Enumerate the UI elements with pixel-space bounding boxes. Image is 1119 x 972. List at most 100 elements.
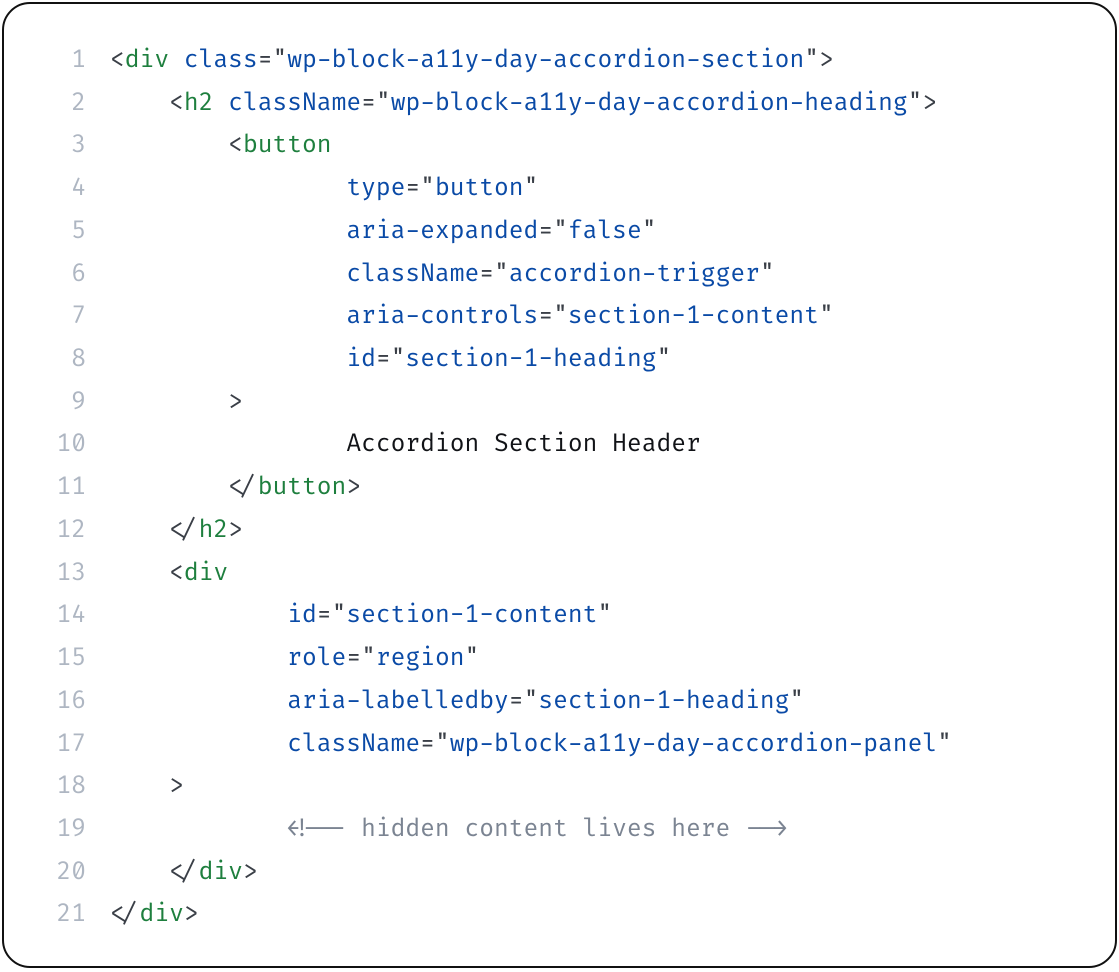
token-punc: = — [420, 730, 435, 759]
code-line: 15 role="region" — [14, 638, 1105, 681]
code-content: Accordion Section Header — [110, 424, 701, 467]
token-tag: button — [258, 473, 347, 502]
token-punc: > — [243, 858, 258, 887]
token-attr: type — [346, 174, 405, 203]
token-str: wp-block-a11y-day-accordion-section — [287, 46, 804, 75]
code-content: </h2> — [110, 510, 243, 553]
token-str: section-1-content — [346, 601, 597, 630]
token-punc: " — [804, 46, 819, 75]
token-comm: <!-- hidden content lives here --> — [287, 815, 789, 844]
code-line: 1<div class="wp-block-a11y-day-accordion… — [14, 40, 1105, 83]
line-number: 2 — [14, 83, 110, 126]
line-number: 6 — [14, 254, 110, 297]
token-attr: className — [287, 730, 420, 759]
token-attr: aria-controls — [346, 302, 538, 331]
token-punc: = — [538, 217, 553, 246]
token-str: wp-block-a11y-day-accordion-heading — [391, 89, 908, 118]
token-attr: className — [346, 260, 479, 289]
line-number: 9 — [14, 382, 110, 425]
token-punc: </ — [169, 516, 199, 545]
line-number: 10 — [14, 424, 110, 467]
token-punc: > — [184, 900, 199, 929]
token-str: wp-block-a11y-day-accordion-panel — [450, 730, 937, 759]
code-content: </div> — [110, 852, 258, 895]
token-punc: = — [538, 302, 553, 331]
token-punc: > — [228, 388, 243, 417]
token-punc: " — [420, 174, 435, 203]
line-number: 17 — [14, 724, 110, 767]
token-tag: div — [199, 858, 243, 887]
code-content: className="accordion-trigger" — [110, 254, 775, 297]
token-punc: = — [376, 345, 391, 374]
token-punc: " — [760, 260, 775, 289]
token-tag: button — [243, 131, 332, 160]
line-number: 3 — [14, 125, 110, 168]
code-content: > — [110, 382, 243, 425]
code-content: className="wp-block-a11y-day-accordion-p… — [110, 724, 952, 767]
code-content: </div> — [110, 894, 199, 937]
code-content: id="section-1-heading" — [110, 339, 671, 382]
token-punc: = — [258, 46, 273, 75]
token-punc: > — [169, 772, 184, 801]
code-line: 13 <div — [14, 553, 1105, 596]
line-number: 13 — [14, 553, 110, 596]
code-line: 6 className="accordion-trigger" — [14, 254, 1105, 297]
token-punc: " — [524, 174, 539, 203]
token-attr: id — [346, 345, 376, 374]
line-number: 1 — [14, 40, 110, 83]
token-text: Accordion Section Header — [346, 430, 700, 459]
line-number: 16 — [14, 681, 110, 724]
code-line: 9 > — [14, 382, 1105, 425]
token-punc: " — [435, 730, 450, 759]
token-punc: " — [465, 644, 480, 673]
token-punc: </ — [110, 900, 140, 929]
line-number: 4 — [14, 168, 110, 211]
token-punc: < — [169, 559, 184, 588]
code-content: aria-labelledby="section-1-heading" — [110, 681, 804, 724]
token-tag: div — [184, 559, 228, 588]
token-tag: h2 — [199, 516, 229, 545]
token-punc: " — [553, 217, 568, 246]
token-punc: > — [228, 516, 243, 545]
token-punc: > — [922, 89, 937, 118]
code-content: type="button" — [110, 168, 538, 211]
code-line: 11 </button> — [14, 467, 1105, 510]
token-punc: " — [361, 644, 376, 673]
code-line: 5 aria-expanded="false" — [14, 211, 1105, 254]
token-punc: = — [405, 174, 420, 203]
token-attr: aria-expanded — [346, 217, 538, 246]
token-attr: className — [228, 89, 361, 118]
code-content: </button> — [110, 467, 361, 510]
token-punc: " — [524, 687, 539, 716]
line-number: 12 — [14, 510, 110, 553]
code-line: 14 id="section-1-content" — [14, 595, 1105, 638]
token-punc: " — [376, 89, 391, 118]
token-attr: aria-labelledby — [287, 687, 509, 716]
token-punc: > — [346, 473, 361, 502]
code-line: 20 </div> — [14, 852, 1105, 895]
token-punc: " — [553, 302, 568, 331]
code-line: 21</div> — [14, 894, 1105, 937]
code-line: 16 aria-labelledby="section-1-heading" — [14, 681, 1105, 724]
line-number: 18 — [14, 766, 110, 809]
token-punc: " — [819, 302, 834, 331]
token-str: accordion-trigger — [509, 260, 760, 289]
code-content: id="section-1-content" — [110, 595, 612, 638]
code-content: <div — [110, 553, 228, 596]
code-content: <div class="wp-block-a11y-day-accordion-… — [110, 40, 834, 83]
token-punc: < — [228, 131, 243, 160]
token-tag: div — [125, 46, 169, 75]
line-number: 20 — [14, 852, 110, 895]
token-tag: div — [140, 900, 184, 929]
code-content: <h2 className="wp-block-a11y-day-accordi… — [110, 83, 937, 126]
token-punc: </ — [228, 473, 258, 502]
token-punc: " — [657, 345, 672, 374]
code-content: <!-- hidden content lives here --> — [110, 809, 789, 852]
code-line: 17 className="wp-block-a11y-day-accordio… — [14, 724, 1105, 767]
token-str: section-1-content — [568, 302, 819, 331]
token-text — [169, 46, 184, 75]
line-number: 5 — [14, 211, 110, 254]
token-attr: id — [287, 601, 317, 630]
code-line: 2 <h2 className="wp-block-a11y-day-accor… — [14, 83, 1105, 126]
token-punc: = — [346, 644, 361, 673]
